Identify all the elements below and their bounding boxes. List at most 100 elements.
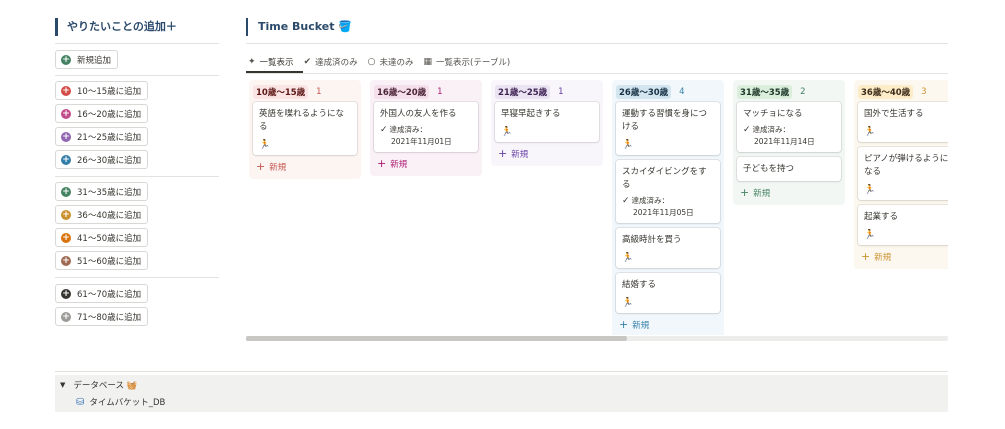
runner-icon: 🏃	[501, 127, 513, 137]
new-card-label: 新規	[753, 188, 771, 199]
plus-circle-icon: +	[61, 209, 71, 220]
divider	[55, 277, 219, 278]
database-icon: ⛁	[76, 396, 85, 408]
plus-circle-icon: +	[61, 186, 71, 197]
bucket-card[interactable]: 国外で生活する 🏃	[858, 102, 948, 142]
card-title: 高級時計を買う	[622, 235, 682, 245]
checkmark-icon: ✓	[380, 125, 388, 135]
bucket-card[interactable]: スカイダイビングをする ✓ 達成済み： 2021年11月05日	[616, 160, 720, 223]
add-age-button[interactable]: +21〜25歳に追加	[55, 127, 149, 146]
add-age-label: 21〜25歳に追加	[77, 132, 142, 143]
group-tag: 16歳〜20歳	[374, 84, 430, 99]
sparkle-icon: ✦	[248, 57, 256, 67]
group-tag: 10歳〜15歳	[253, 84, 309, 99]
new-item-button[interactable]: + 新規追加	[55, 50, 119, 69]
view-tab[interactable]: ○ 未達のみ	[368, 53, 414, 71]
add-age-button[interactable]: +71〜80歳に追加	[55, 307, 149, 326]
column-header: 36歳〜40歳 3	[858, 83, 948, 100]
card-title: 国外で生活する	[864, 109, 924, 119]
group-tag: 21歳〜25歳	[495, 84, 551, 99]
add-age-button[interactable]: +31〜35歳に追加	[55, 182, 149, 201]
plus-circle-icon: +	[61, 255, 71, 266]
new-card-button[interactable]: + 新規	[495, 147, 599, 160]
table-icon: ▦	[423, 57, 433, 67]
column-header: 10歳〜15歳 1	[253, 83, 357, 100]
board: 10歳〜15歳 1 英語を喋れるようになる 🏃 + 新規 16歳〜20歳 1 外国人の友人を作る…	[246, 80, 948, 335]
add-age-button[interactable]: +36〜40歳に追加	[55, 205, 149, 224]
card-title: 起業する	[864, 212, 899, 222]
database-toggle-block: ▼ データベース 🧺 ⛁ タイムバケット_DB	[55, 375, 948, 412]
view-tabs: ✦ 一覧表示 ✔ 達成済のみ ○ 未達のみ ▦ 一覧表示(テーブル)	[248, 53, 520, 71]
view-tab[interactable]: ✦ 一覧表示	[248, 53, 294, 71]
add-age-button[interactable]: +61〜70歳に追加	[55, 284, 149, 303]
card-title: 早寝早起きする	[501, 109, 561, 119]
new-card-button[interactable]: + 新規	[616, 318, 720, 331]
add-section-title: やりたいことの追加＋	[55, 18, 177, 36]
runner-icon: 🏃	[864, 185, 876, 195]
achieved-label: 達成済み：	[752, 125, 791, 134]
achieved-status: ✓ 達成済み： 2021年11月14日	[743, 124, 835, 147]
group-count: 3	[921, 86, 927, 97]
bucket-card[interactable]: 外国人の友人を作る ✓ 達成済み： 2021年11月01日	[374, 102, 478, 152]
board-column: 31歳〜35歳 2 マッチョになる ✓ 達成済み： 2021年11月14日 子どもを持つ + 新…	[733, 80, 845, 205]
card-title: 結婚する	[622, 280, 657, 290]
new-card-button[interactable]: + 新規	[253, 160, 357, 173]
bucket-card[interactable]: ピアノが弾けるようになる 🏃	[858, 147, 948, 200]
new-card-label: 新規	[390, 159, 408, 170]
plus-circle-icon: +	[61, 108, 71, 119]
board-column: 36歳〜40歳 3 国外で生活する 🏃 ピアノが弾けるようになる 🏃 起業する 🏃 + 新規	[854, 80, 948, 269]
add-age-label: 16〜20歳に追加	[77, 109, 142, 120]
triangle-down-icon[interactable]: ▼	[60, 381, 65, 389]
new-card-button[interactable]: + 新規	[858, 250, 948, 263]
database-toggle[interactable]: ▼ データベース 🧺	[60, 379, 137, 391]
add-age-button[interactable]: +26〜30歳に追加	[55, 150, 149, 169]
card-title: 子どもを持つ	[743, 164, 795, 174]
add-age-label: 26〜30歳に追加	[77, 155, 142, 166]
new-card-button[interactable]: + 新規	[737, 186, 841, 199]
new-card-label: 新規	[269, 162, 287, 173]
add-age-label: 61〜70歳に追加	[77, 289, 142, 300]
add-age-button[interactable]: +16〜20歳に追加	[55, 104, 149, 123]
database-link[interactable]: ⛁ タイムバケット_DB	[76, 396, 165, 409]
card-title: 英語を喋れるようになる	[259, 109, 345, 132]
runner-icon: 🏃	[259, 140, 271, 150]
bucket-card[interactable]: 英語を喋れるようになる 🏃	[253, 102, 357, 155]
bucket-card[interactable]: 結婚する 🏃	[616, 273, 720, 313]
new-card-label: 新規	[632, 320, 650, 331]
view-tab[interactable]: ✔ 達成済のみ	[304, 53, 358, 71]
group-count: 1	[437, 86, 443, 97]
view-tab-label: 達成済のみ	[315, 58, 358, 68]
bucket-card[interactable]: マッチョになる ✓ 達成済み： 2021年11月14日	[737, 102, 841, 152]
view-tab-label: 一覧表示	[259, 58, 294, 68]
bucket-card[interactable]: 子どもを持つ	[737, 157, 841, 181]
plus-icon: +	[861, 250, 871, 263]
bucket-card[interactable]: 早寝早起きする 🏃	[495, 102, 599, 142]
add-age-label: 51〜60歳に追加	[77, 256, 142, 267]
plus-icon: +	[256, 160, 266, 173]
add-age-label: 36〜40歳に追加	[77, 210, 142, 221]
horizontal-scrollbar[interactable]	[246, 336, 948, 341]
new-card-button[interactable]: + 新規	[374, 157, 478, 170]
bucket-card[interactable]: 起業する 🏃	[858, 205, 948, 245]
divider	[246, 73, 948, 74]
plus-icon: +	[498, 147, 508, 160]
card-title: スカイダイビングをする	[622, 167, 707, 190]
plus-circle-icon: +	[61, 154, 71, 165]
bucket-card[interactable]: 運動する習慣を身につける 🏃	[616, 102, 720, 155]
card-title: ピアノが弾けるようになる	[864, 154, 948, 177]
achieved-status: ✓ 達成済み： 2021年11月01日	[380, 124, 472, 147]
view-tab[interactable]: ▦ 一覧表示(テーブル)	[424, 53, 511, 71]
add-age-button[interactable]: +51〜60歳に追加	[55, 251, 149, 270]
add-age-button[interactable]: +41〜50歳に追加	[55, 228, 149, 247]
group-tag: 36歳〜40歳	[858, 84, 914, 99]
add-age-label: 71〜80歳に追加	[77, 312, 142, 323]
column-header: 21歳〜25歳 1	[495, 83, 599, 100]
plus-circle-icon: +	[61, 131, 71, 142]
divider	[246, 43, 948, 44]
card-title: 外国人の友人を作る	[380, 109, 457, 119]
bucket-card[interactable]: 高級時計を買う 🏃	[616, 228, 720, 268]
scrollbar-thumb[interactable]	[246, 336, 627, 341]
view-tab-label: 未達のみ	[379, 58, 414, 68]
checkmark-icon: ✓	[622, 196, 630, 206]
add-age-button[interactable]: +10〜15歳に追加	[55, 81, 149, 100]
